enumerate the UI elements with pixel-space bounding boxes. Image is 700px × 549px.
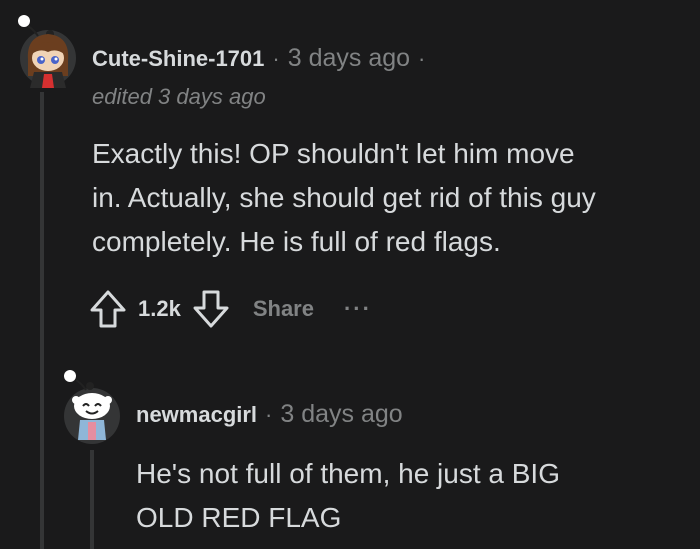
comment-body-line: Exactly this! OP shouldn't let him move xyxy=(92,138,575,169)
comment-body-line: He's not full of them, he just a BIG xyxy=(136,458,560,489)
comment-body-line: OLD RED FLAG xyxy=(136,502,342,533)
edited-label: edited 3 days ago xyxy=(92,84,266,109)
more-options-icon[interactable]: ··· xyxy=(344,296,372,322)
timestamp[interactable]: 3 days ago xyxy=(280,400,402,429)
thread-line[interactable] xyxy=(40,92,44,549)
thread-line[interactable] xyxy=(90,450,94,549)
separator-dot: · xyxy=(272,46,280,71)
user-avatar-snoo-icon[interactable] xyxy=(60,366,124,444)
comment-body: Exactly this! OP shouldn't let him move … xyxy=(92,132,596,264)
author-link[interactable]: Cute-Shine-1701 xyxy=(92,46,264,72)
timestamp[interactable]: 3 days ago xyxy=(288,44,410,73)
comment-thread: Cute-Shine-1701 · 3 days ago · edited 3 … xyxy=(0,0,700,549)
separator-dot: · xyxy=(265,402,273,427)
share-button[interactable]: Share xyxy=(253,296,314,322)
comment-header: Cute-Shine-1701 · 3 days ago · xyxy=(92,44,433,73)
author-link[interactable]: newmacgirl xyxy=(136,402,257,428)
comment-body-line: completely. He is full of red flags. xyxy=(92,226,501,257)
comment-actions: 1.2k Share ··· xyxy=(88,288,372,330)
comment-header: newmacgirl · 3 days ago xyxy=(136,400,403,429)
downvote-arrow-icon[interactable] xyxy=(191,288,231,330)
vote-count: 1.2k xyxy=(138,296,181,321)
comment-body: He's not full of them, he just a BIG OLD… xyxy=(136,452,560,540)
upvote-arrow-icon[interactable] xyxy=(88,288,128,330)
user-avatar-girl-icon[interactable] xyxy=(14,14,78,88)
comment-body-line: in. Actually, she should get rid of this… xyxy=(92,182,596,213)
separator-dot: · xyxy=(418,46,426,71)
